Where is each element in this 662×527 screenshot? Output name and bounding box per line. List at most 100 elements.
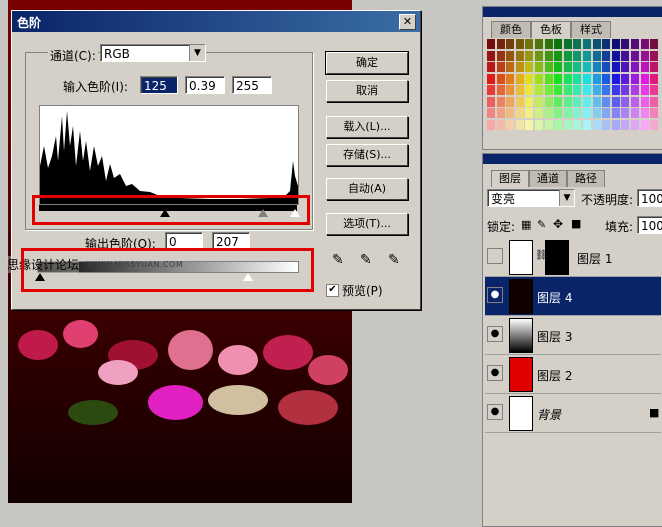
eyedropper-black-icon[interactable]: ✎ (332, 252, 344, 268)
color-swatch[interactable] (535, 73, 543, 84)
color-swatch[interactable] (583, 119, 591, 130)
color-swatch[interactable] (583, 73, 591, 84)
color-swatch[interactable] (640, 96, 649, 107)
fill-field[interactable]: 100% (637, 216, 662, 234)
color-swatch[interactable] (650, 119, 659, 130)
color-swatch[interactable] (621, 50, 630, 61)
color-swatch[interactable] (487, 108, 495, 118)
color-swatch[interactable] (554, 85, 563, 95)
color-swatch[interactable] (621, 39, 630, 49)
color-swatch[interactable] (563, 50, 572, 61)
color-swatch[interactable] (583, 96, 591, 107)
lock-move-icon[interactable]: ✥ (553, 217, 563, 231)
color-swatch[interactable] (506, 96, 515, 107)
color-swatch[interactable] (515, 62, 524, 72)
color-swatch[interactable] (487, 50, 495, 61)
color-swatch[interactable] (515, 73, 524, 84)
ok-button[interactable]: 确定 (325, 51, 409, 75)
color-swatch[interactable] (583, 85, 591, 95)
color-swatch[interactable] (621, 73, 630, 84)
color-swatch[interactable] (544, 108, 553, 118)
color-swatch[interactable] (487, 39, 495, 49)
color-swatch[interactable] (611, 85, 620, 95)
color-swatch[interactable] (515, 50, 524, 61)
color-swatch[interactable] (650, 73, 659, 84)
color-swatch[interactable] (563, 108, 572, 118)
color-swatch[interactable] (650, 85, 659, 95)
color-swatch[interactable] (525, 108, 534, 118)
color-swatch[interactable] (506, 85, 515, 95)
color-swatch[interactable] (544, 50, 553, 61)
color-swatch[interactable] (583, 39, 591, 49)
color-swatch[interactable] (563, 39, 572, 49)
tab-layers[interactable]: 图层 (491, 170, 529, 187)
color-swatch[interactable] (640, 50, 649, 61)
color-swatch[interactable] (573, 96, 582, 107)
color-swatch[interactable] (592, 73, 601, 84)
color-swatch[interactable] (631, 85, 639, 95)
lock-all-icon[interactable]: ■ (571, 217, 581, 230)
color-swatch[interactable] (554, 119, 563, 130)
color-swatch[interactable] (650, 50, 659, 61)
color-swatch[interactable] (611, 73, 620, 84)
color-swatch[interactable] (602, 39, 611, 49)
color-swatch[interactable] (506, 73, 515, 84)
color-swatch[interactable] (640, 85, 649, 95)
color-swatch[interactable] (563, 96, 572, 107)
save-button[interactable]: 存储(S)... (326, 144, 408, 166)
blend-mode-select[interactable]: 变亮 ▼ (487, 189, 575, 207)
color-swatch[interactable] (631, 39, 639, 49)
color-swatch[interactable] (592, 50, 601, 61)
input-white-field[interactable]: 255 (232, 76, 272, 94)
color-swatch[interactable] (573, 73, 582, 84)
color-swatch[interactable] (640, 62, 649, 72)
color-swatch[interactable] (611, 50, 620, 61)
color-swatch[interactable] (506, 50, 515, 61)
chevron-down-icon[interactable]: ▼ (189, 45, 205, 61)
color-swatch[interactable] (602, 62, 611, 72)
color-swatch[interactable] (544, 62, 553, 72)
color-swatch[interactable] (487, 85, 495, 95)
color-swatch[interactable] (554, 108, 563, 118)
eye-icon[interactable]: ● (487, 287, 503, 303)
color-swatch[interactable] (602, 73, 611, 84)
color-swatch[interactable] (496, 96, 505, 107)
color-swatch[interactable] (611, 108, 620, 118)
color-swatch[interactable] (631, 119, 639, 130)
color-swatch[interactable] (544, 39, 553, 49)
layer-row[interactable]: ⛓ 图层 1 (485, 238, 661, 277)
color-swatch[interactable] (515, 108, 524, 118)
color-swatch[interactable] (506, 39, 515, 49)
color-swatch[interactable] (621, 85, 630, 95)
color-swatch[interactable] (535, 108, 543, 118)
color-swatch[interactable] (592, 96, 601, 107)
color-swatch[interactable] (592, 39, 601, 49)
color-swatch[interactable] (496, 39, 505, 49)
color-swatch[interactable] (544, 119, 553, 130)
eyedropper-white-icon[interactable]: ✎ (388, 252, 400, 268)
color-swatch[interactable] (583, 62, 591, 72)
color-swatch[interactable] (631, 96, 639, 107)
chevron-down-icon[interactable]: ▼ (559, 190, 574, 206)
color-swatch[interactable] (554, 73, 563, 84)
eye-icon[interactable]: ● (487, 404, 503, 420)
dialog-titlebar[interactable]: 色阶 ✕ (12, 11, 420, 32)
color-swatch[interactable] (602, 85, 611, 95)
color-swatch[interactable] (535, 96, 543, 107)
color-swatch[interactable] (487, 73, 495, 84)
color-swatch[interactable] (525, 85, 534, 95)
color-swatch[interactable] (554, 62, 563, 72)
color-swatch[interactable] (487, 119, 495, 130)
color-swatch[interactable] (573, 39, 582, 49)
color-swatch[interactable] (611, 39, 620, 49)
color-swatch[interactable] (496, 50, 505, 61)
color-swatch[interactable] (554, 39, 563, 49)
color-swatch[interactable] (487, 62, 495, 72)
visibility-toggle[interactable] (487, 248, 503, 264)
color-swatch[interactable] (650, 108, 659, 118)
tab-channels[interactable]: 通道 (529, 170, 567, 187)
opacity-field[interactable]: 100% (637, 189, 662, 207)
color-swatch[interactable] (525, 62, 534, 72)
color-swatch[interactable] (602, 119, 611, 130)
color-swatch[interactable] (631, 62, 639, 72)
